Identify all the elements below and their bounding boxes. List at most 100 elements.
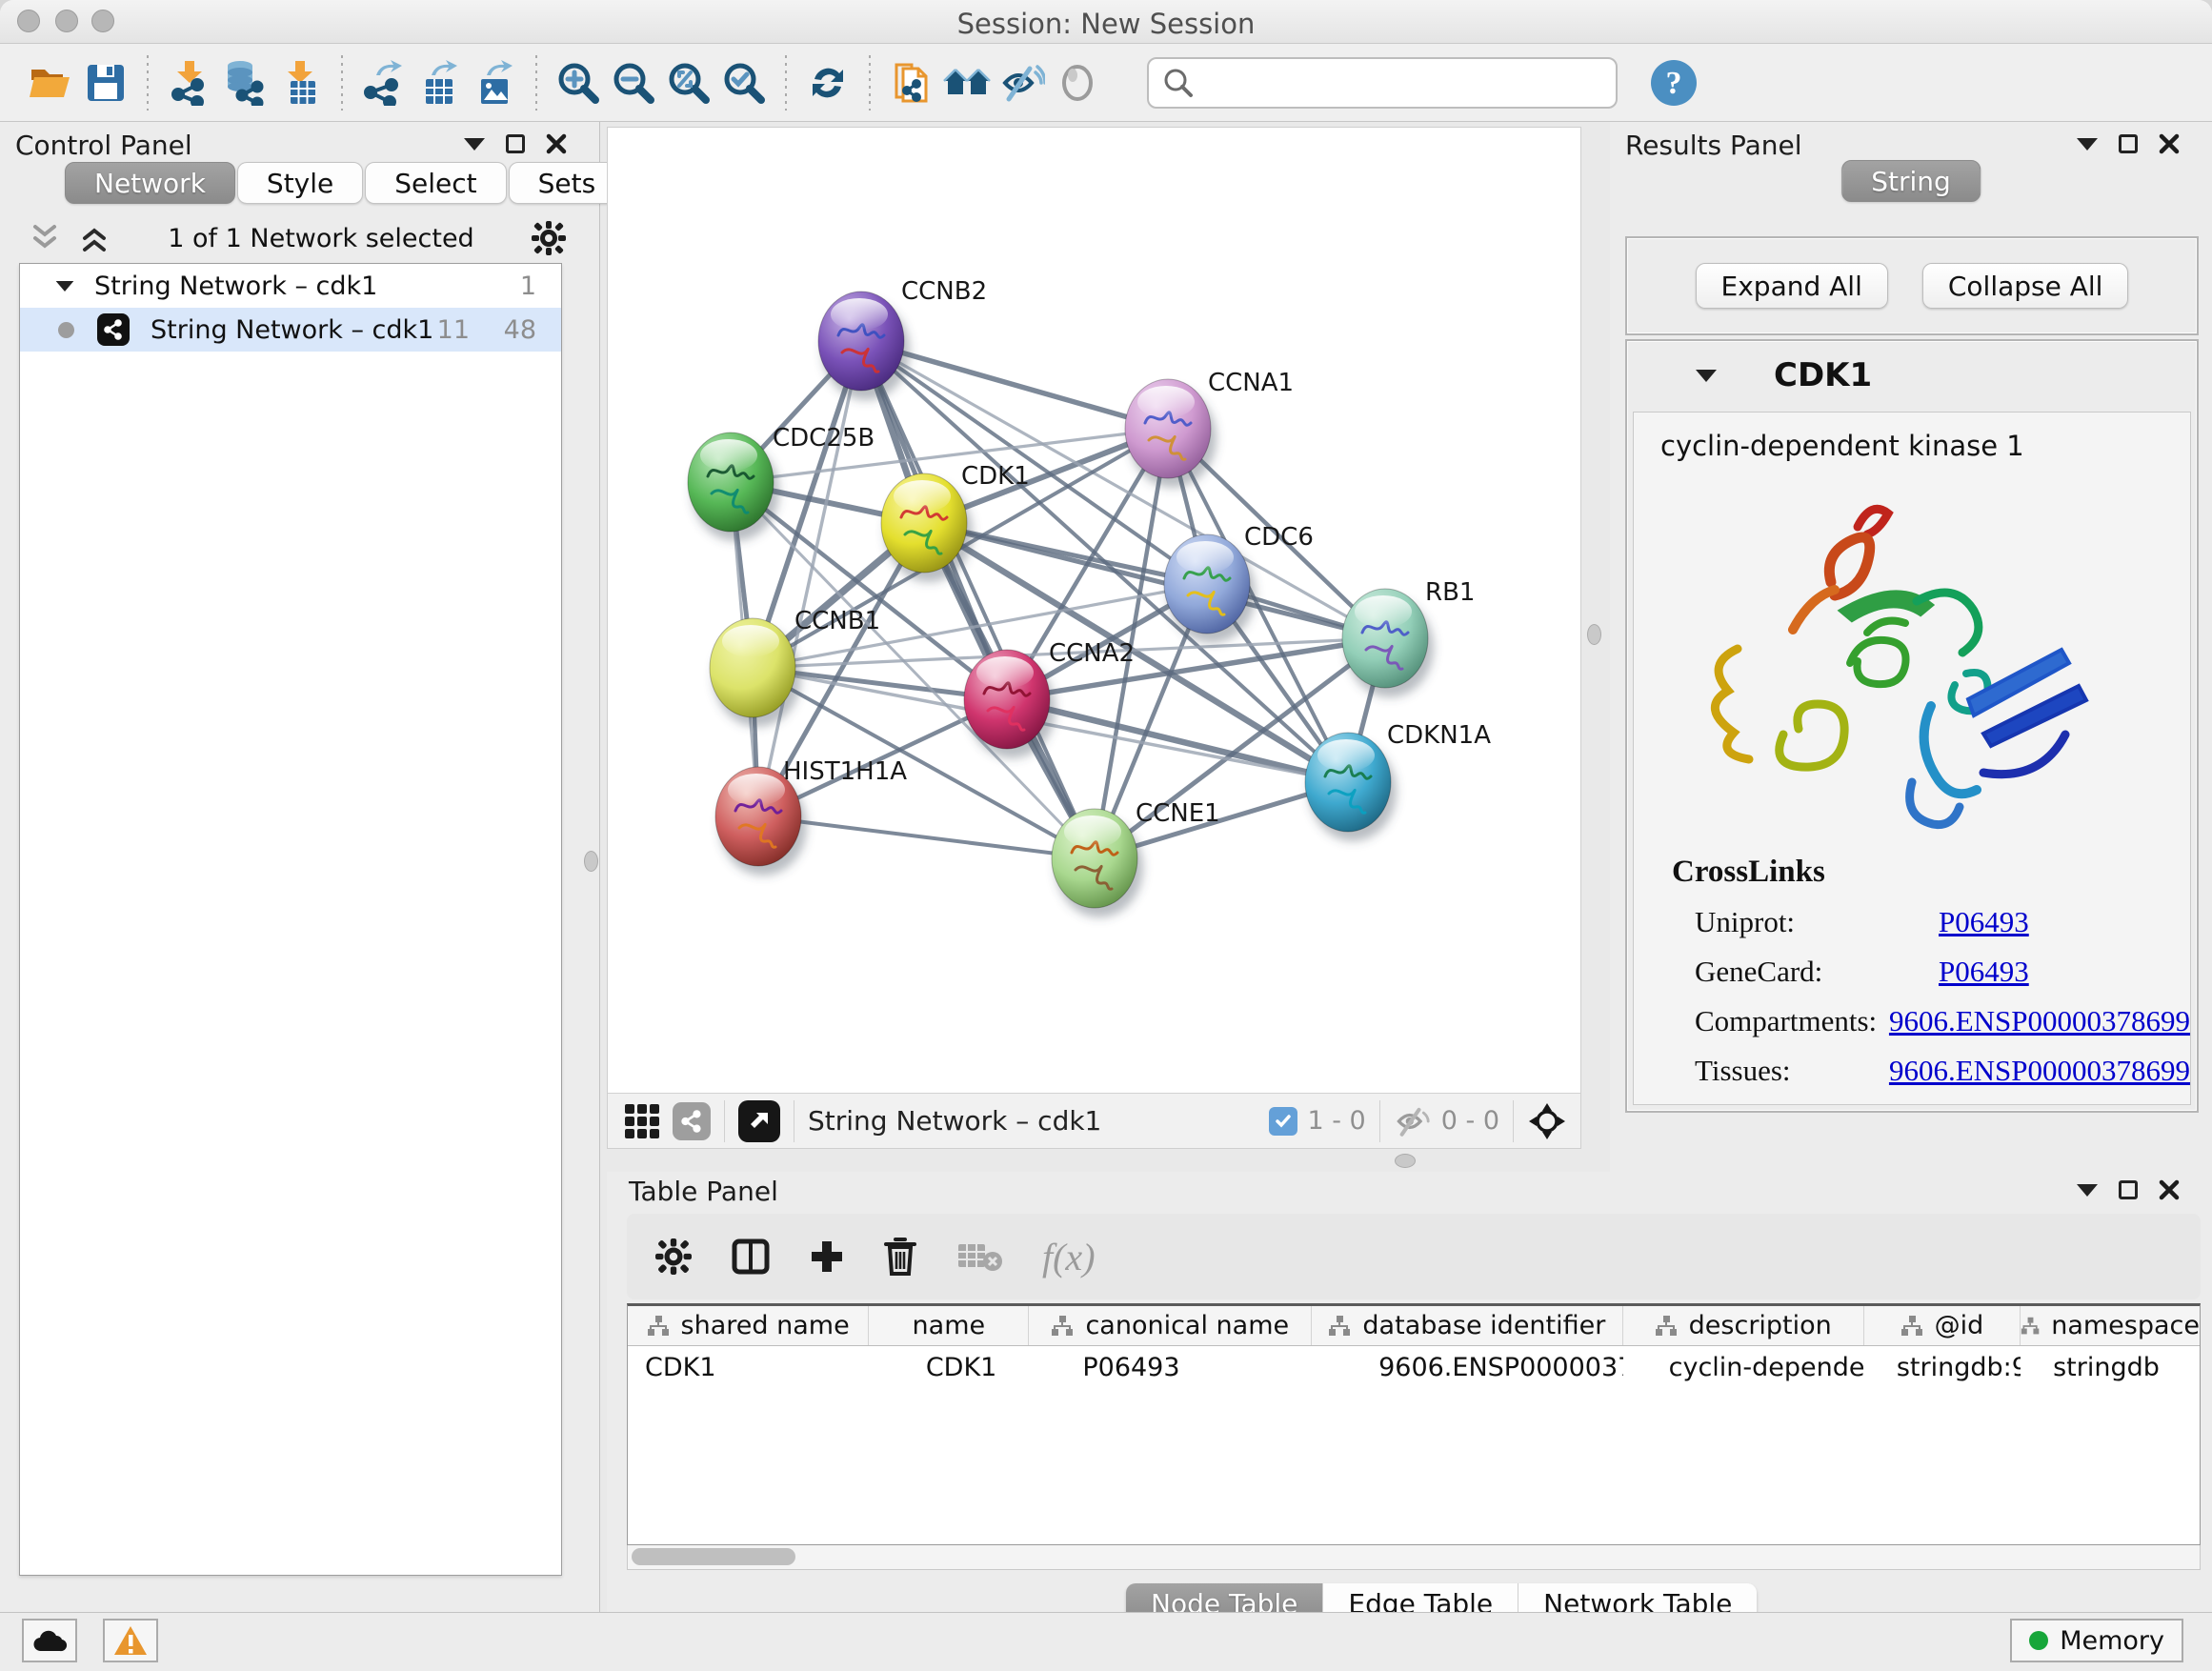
gene-expand-icon[interactable] [1696,370,1717,382]
network-canvas[interactable]: CCNB2CCNA1CDC25BCDK1CDC6RB1CCNB1CCNA2CDK… [608,128,1580,1093]
results-panel-menu-button[interactable] [2077,138,2098,151]
collection-name: String Network – cdk1 [94,272,377,301]
zoom-in-button[interactable] [551,53,606,112]
table-horizontal-scrollbar[interactable] [627,1545,2201,1570]
import-table-button[interactable] [272,53,328,112]
zoom-selected-button[interactable] [716,53,772,112]
tab-select[interactable]: Select [365,162,506,204]
network-node-CCNB1[interactable]: CCNB1 [710,607,880,727]
show-columns-icon[interactable] [732,1238,770,1275]
collapse-all-networks-icon[interactable] [29,224,61,252]
control-panel-float-button[interactable] [506,134,525,153]
table-panel-close-button[interactable] [2159,1179,2180,1200]
tab-style[interactable]: Style [237,162,363,204]
column-header-id[interactable]: @id [1864,1306,2021,1345]
view-grid-icon[interactable] [625,1104,659,1138]
collapse-all-button[interactable]: Collapse All [1922,263,2129,309]
import-table-icon [279,60,321,106]
scrollbar-thumb[interactable] [632,1548,795,1565]
export-network-button[interactable] [356,53,412,112]
column-header-namespace[interactable]: namespace [2021,1306,2200,1345]
tab-string[interactable]: String [1841,160,1981,202]
open-session-button[interactable] [23,53,78,112]
cell-shared-name[interactable]: CDK1 [628,1346,869,1388]
delete-column-icon[interactable] [884,1238,916,1276]
left-splitter-handle[interactable] [584,851,598,872]
network-node-CDC6[interactable]: CDC6 [1164,523,1314,643]
gene-description: cyclin-dependent kinase 1 [1660,430,2190,462]
compartments-link[interactable]: 9606.ENSP00000378699 [1889,1004,2190,1038]
tab-network[interactable]: Network [65,162,235,204]
fit-content-crosshair-icon[interactable] [1527,1101,1567,1141]
gene-symbol: CDK1 [1774,356,1872,394]
memory-button[interactable]: Memory [2010,1619,2183,1662]
cell-canonical-name[interactable]: P06493 [1029,1346,1312,1388]
table-panel-menu-button[interactable] [2077,1184,2098,1197]
first-neighbors-button[interactable] [939,53,995,112]
cloud-status-button[interactable] [22,1619,77,1662]
birds-eye-toggle[interactable] [738,1100,780,1142]
save-session-button[interactable] [78,53,133,112]
table-panel-title: Table Panel [629,1176,778,1207]
zoom-out-button[interactable] [606,53,661,112]
export-image-button[interactable] [467,53,522,112]
network-options-gear-icon[interactable] [532,221,566,255]
uniprot-link[interactable]: P06493 [1939,905,2029,939]
collection-expand-icon[interactable] [56,280,74,291]
cell-description[interactable]: cyclin-dependent ... [1623,1346,1864,1388]
cell-name[interactable]: CDK1 [869,1346,1030,1388]
network-edge-CDK1-RB1[interactable] [924,523,1385,638]
network-node-CDKN1A[interactable]: CDKN1A [1305,721,1491,841]
export-table-button[interactable] [412,53,467,112]
network-collection-row[interactable]: String Network – cdk1 1 [20,264,561,308]
network-node-CCNB2[interactable]: CCNB2 [818,277,987,400]
table-options-gear-icon[interactable] [655,1238,692,1275]
network-node-RB1[interactable]: RB1 [1342,578,1475,697]
table-row[interactable]: CDK1 CDK1 P06493 9606.ENSP00000378699 cy… [628,1346,2200,1388]
refresh-button[interactable] [800,53,855,112]
zoom-fit-button[interactable] [661,53,716,112]
network-node-CCNE1[interactable]: CCNE1 [1052,799,1220,917]
column-header-description[interactable]: description [1623,1306,1864,1345]
column-header-canonical-name[interactable]: canonical name [1029,1306,1312,1345]
cell-namespace[interactable]: stringdb [2021,1346,2200,1388]
string-view-icon[interactable] [673,1102,711,1140]
cell-database-identifier[interactable]: 9606.ENSP00000378699 [1312,1346,1623,1388]
create-column-icon[interactable] [810,1239,844,1274]
control-panel-menu-button[interactable] [464,138,485,151]
copy-network-button[interactable] [884,53,939,112]
cell-id[interactable]: stringdb:9... [1864,1346,2021,1388]
expand-all-networks-icon[interactable] [78,224,111,252]
show-all-button[interactable] [1050,53,1105,112]
import-network-file-button[interactable] [162,53,217,112]
network-row-selected[interactable]: String Network – cdk1 11 48 [20,308,561,352]
genecard-link[interactable]: P06493 [1939,955,2029,989]
search-input[interactable] [1204,62,1616,104]
warnings-button[interactable] [103,1619,158,1662]
control-panel-close-button[interactable] [546,133,567,154]
network-node-count: 11 [437,315,470,345]
help-icon: ? [1649,58,1699,108]
hide-selected-button[interactable] [995,53,1050,112]
network-edge-CCNB2-HIST1H1A[interactable] [758,341,861,816]
bottom-splitter-handle[interactable] [1395,1154,1416,1168]
right-splitter-handle[interactable] [1587,624,1601,645]
hidden-counts: 0 - 0 [1441,1106,1499,1136]
results-panel-title: Results Panel [1625,130,1802,161]
results-panel-float-button[interactable] [2119,134,2138,153]
column-header-database-identifier[interactable]: database identifier [1312,1306,1622,1345]
pharos-link[interactable]: P06493 [1939,1103,2029,1105]
column-header-shared-name[interactable]: shared name [628,1306,869,1345]
results-panel-close-button[interactable] [2159,133,2180,154]
help-button[interactable]: ? [1646,53,1701,112]
expand-all-button[interactable]: Expand All [1696,263,1888,309]
column-header-name[interactable]: name [869,1306,1029,1345]
table-panel-float-button[interactable] [2119,1180,2138,1199]
network-node-CCNA2[interactable]: CCNA2 [964,639,1135,758]
network-edge-HIST1H1A-CCNE1[interactable] [758,816,1095,858]
network-node-HIST1H1A[interactable]: HIST1H1A [715,757,907,876]
control-panel-tabs: Network Style Select Sets [65,162,625,204]
import-network-database-button[interactable] [217,53,272,112]
tissues-link[interactable]: 9606.ENSP00000378699 [1889,1054,2190,1088]
selected-indicator-checkbox[interactable] [1269,1107,1297,1136]
